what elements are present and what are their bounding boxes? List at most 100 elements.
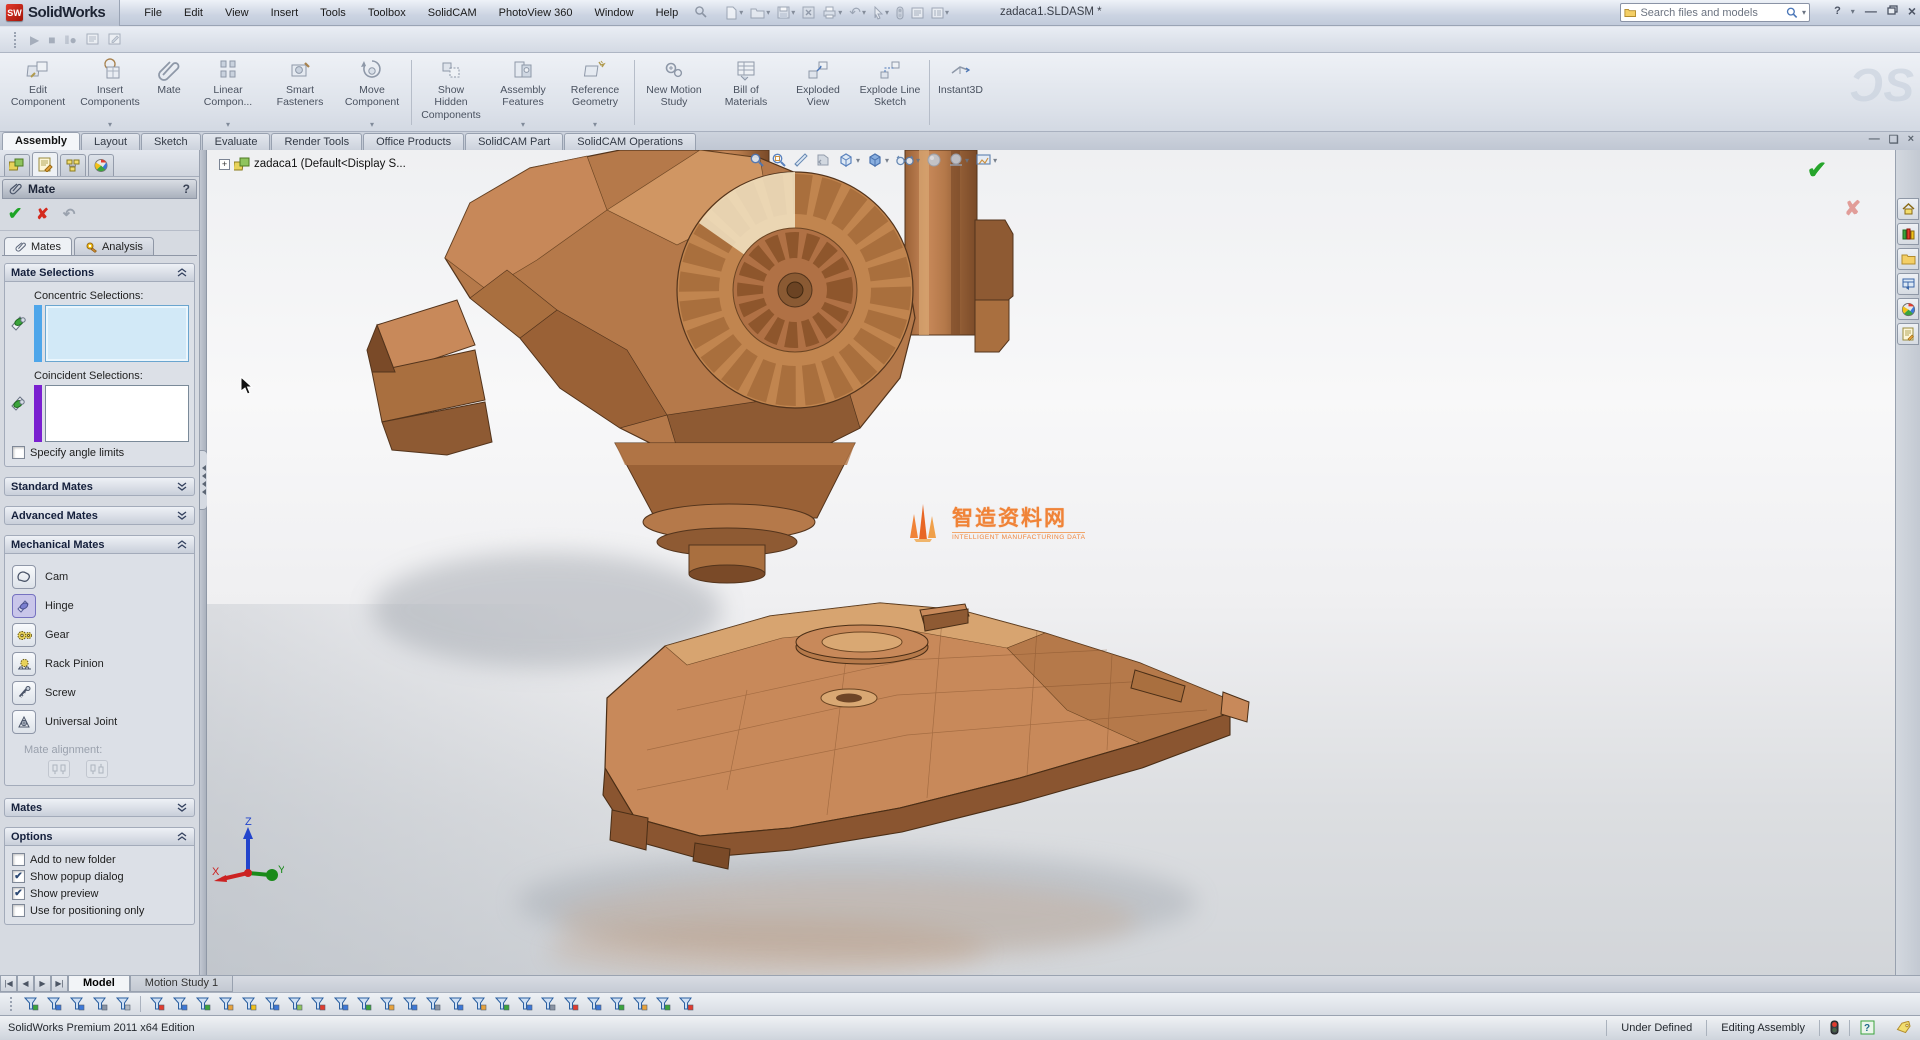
filter-faces-icon[interactable] <box>194 995 213 1013</box>
mates-list-header[interactable]: Mates <box>4 798 195 817</box>
minimize-button[interactable]: — <box>1865 4 1877 18</box>
gear-mate-item[interactable]: Gear <box>12 623 187 647</box>
graphics-viewport[interactable]: + zadaca1 (Default<Display S... ▾ ▾ ▾ ▾ … <box>207 150 1895 975</box>
concentric-selections-box[interactable] <box>45 305 189 362</box>
show-preview-row[interactable]: Show preview <box>12 887 189 900</box>
tree-expand-icon[interactable]: + <box>219 159 230 170</box>
display-style-icon[interactable]: ▾ <box>866 152 889 168</box>
configuration-manager-tab[interactable] <box>60 154 86 176</box>
instant3d-button[interactable]: Instant3D <box>933 56 988 129</box>
assembly-3d-model[interactable] <box>207 150 1895 975</box>
section-view-icon[interactable] <box>793 152 809 168</box>
doc-close-button[interactable]: × <box>1908 133 1914 146</box>
filter-surface-bodies-icon[interactable] <box>217 995 236 1013</box>
first-tab-button[interactable]: |◀ <box>0 976 17 992</box>
confirmation-ok-icon[interactable]: ✔ <box>1807 156 1827 185</box>
explode-line-sketch-button[interactable]: Explode Line Sketch <box>854 56 926 129</box>
filter-geometric-tolerances-icon[interactable] <box>562 995 581 1013</box>
new-macro-icon[interactable] <box>86 32 99 48</box>
universal-joint-mate-item[interactable]: Universal Joint <box>12 710 187 734</box>
menu-insert[interactable]: Insert <box>261 4 309 22</box>
filter-dimensions-icon[interactable] <box>447 995 466 1013</box>
hinge-mate-icon[interactable] <box>12 594 36 618</box>
tab-layout[interactable]: Layout <box>81 133 140 150</box>
filter-sketches-icon[interactable] <box>332 995 351 1013</box>
panel-splitter[interactable] <box>200 150 207 975</box>
filter-blocks-icon[interactable] <box>631 995 650 1013</box>
cancel-button[interactable]: ✘ <box>36 205 49 223</box>
restore-button[interactable] <box>1887 4 1898 18</box>
quick-tips-icon[interactable]: ? <box>1849 1020 1885 1037</box>
filter-balloons-icon[interactable] <box>516 995 535 1013</box>
show-hidden-components-button[interactable]: Show Hidden Components <box>415 56 487 129</box>
filter-solid-bodies-icon[interactable] <box>240 995 259 1013</box>
new-document-icon[interactable]: ▾ <box>725 6 743 20</box>
feature-manager-tab[interactable] <box>4 154 30 176</box>
options-icon[interactable]: ▾ <box>931 6 949 19</box>
motion-study-tab[interactable]: Motion Study 1 <box>130 976 233 992</box>
select-tool-icon[interactable] <box>91 995 110 1013</box>
cam-mate-item[interactable]: Cam <box>12 565 187 589</box>
help-dropdown-arrow[interactable]: ▾ <box>1851 7 1855 16</box>
rack-pinion-mate-item[interactable]: Rack Pinion <box>12 652 187 676</box>
linear-component-pattern-button[interactable]: Linear Compon...▾ <box>192 56 264 129</box>
help-button[interactable]: ? <box>1834 5 1841 17</box>
aligned-button[interactable] <box>48 760 70 778</box>
advanced-mates-header[interactable]: Advanced Mates <box>4 506 195 525</box>
screw-mate-item[interactable]: Screw <box>12 681 187 705</box>
next-tab-button[interactable]: ▶ <box>34 976 51 992</box>
undo-button[interactable]: ↶ <box>63 205 76 223</box>
display-manager-tab[interactable] <box>88 154 114 176</box>
select-icon[interactable]: ▾ <box>873 6 889 20</box>
cam-mate-icon[interactable] <box>12 565 36 589</box>
tab-render-tools[interactable]: Render Tools <box>271 133 362 150</box>
standard-mates-header[interactable]: Standard Mates <box>4 477 195 496</box>
close-button[interactable]: × <box>1908 3 1916 19</box>
menu-help[interactable]: Help <box>646 4 689 22</box>
custom-properties-icon[interactable] <box>1897 323 1919 345</box>
run-macro-icon[interactable]: ▶ <box>30 33 39 47</box>
filter-edges-icon[interactable] <box>171 995 190 1013</box>
add-to-new-folder-row[interactable]: Add to new folder <box>12 853 189 866</box>
menu-view[interactable]: View <box>215 4 259 22</box>
flyout-feature-tree[interactable]: + zadaca1 (Default<Display S... <box>219 157 406 171</box>
hinge-mate-item[interactable]: Hinge <box>12 594 187 618</box>
coincident-selections-box[interactable] <box>45 385 189 442</box>
universal-joint-mate-icon[interactable] <box>12 710 36 734</box>
doc-minimize-button[interactable]: — <box>1869 133 1880 146</box>
view-settings-icon[interactable]: ▾ <box>975 153 997 168</box>
filter-surface-finish-icon[interactable] <box>608 995 627 1013</box>
solidworks-resources-icon[interactable] <box>1897 198 1919 220</box>
last-tab-button[interactable]: ▶| <box>51 976 68 992</box>
filter-weld-symbols-icon[interactable] <box>539 995 558 1013</box>
edit-component-button[interactable]: Edit Component <box>2 56 74 129</box>
menu-search-icon[interactable] <box>694 5 707 21</box>
apply-scene-icon[interactable]: ▾ <box>948 152 969 168</box>
gear-mate-icon[interactable] <box>12 623 36 647</box>
search-magnifier-icon[interactable] <box>1786 6 1798 19</box>
filter-planes-icon[interactable] <box>286 995 305 1013</box>
tags-icon[interactable] <box>1885 1020 1920 1037</box>
rebuild-status-icon[interactable] <box>1819 1020 1849 1037</box>
rack-pinion-mate-icon[interactable] <box>12 652 36 676</box>
show-preview-checkbox[interactable] <box>12 887 25 900</box>
appearances-scenes-icon[interactable] <box>1897 298 1919 320</box>
insert-components-button[interactable]: Insert Components▾ <box>74 56 146 129</box>
new-motion-study-button[interactable]: New Motion Study <box>638 56 710 129</box>
filter-midpoints-icon[interactable] <box>378 995 397 1013</box>
use-for-positioning-only-checkbox[interactable] <box>12 904 25 917</box>
filter-datums-icon[interactable] <box>585 995 604 1013</box>
exploded-view-button[interactable]: Exploded View <box>782 56 854 129</box>
tab-solidcam-operations[interactable]: SolidCAM Operations <box>564 133 696 150</box>
show-popup-dialog-row[interactable]: Show popup dialog <box>12 870 189 883</box>
stop-macro-icon[interactable]: ■ <box>48 33 55 47</box>
specify-angle-limits-checkbox[interactable] <box>12 446 25 459</box>
ok-button[interactable]: ✔ <box>8 204 22 224</box>
design-library-icon[interactable] <box>1897 223 1919 245</box>
previous-view-icon[interactable] <box>815 152 831 168</box>
file-explorer-icon[interactable] <box>1897 248 1919 270</box>
filter-center-marks-icon[interactable] <box>401 995 420 1013</box>
filter-centerlines-icon[interactable] <box>424 995 443 1013</box>
edit-appearance-icon[interactable] <box>926 152 942 168</box>
menu-window[interactable]: Window <box>584 4 643 22</box>
